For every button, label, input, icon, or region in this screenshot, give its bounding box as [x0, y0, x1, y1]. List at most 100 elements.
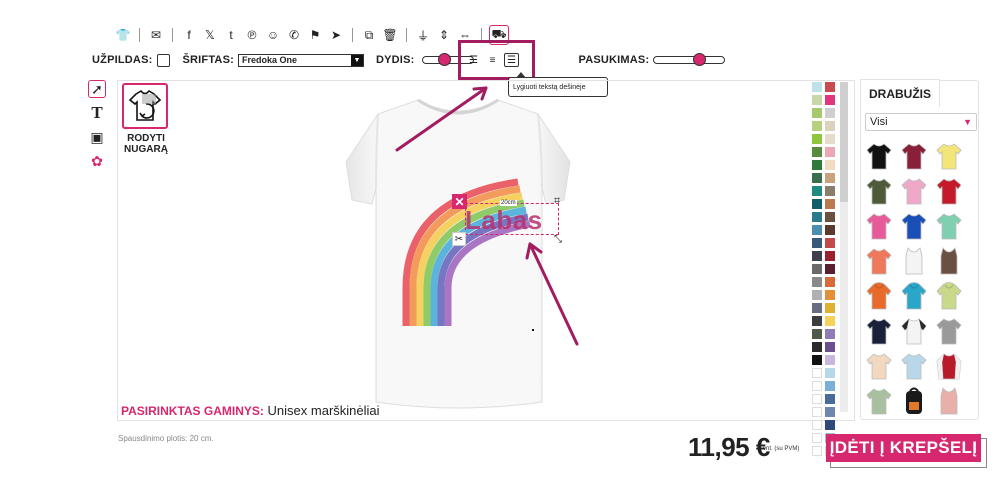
- color-swatch[interactable]: [812, 355, 822, 365]
- teams-icon[interactable]: ⚑: [306, 26, 324, 44]
- color-swatch[interactable]: [812, 134, 822, 144]
- color-swatch[interactable]: [825, 212, 835, 222]
- apparel-raglan-tee[interactable]: [899, 315, 929, 346]
- apparel-peach-tee[interactable]: [864, 350, 894, 381]
- palette-scrollbar[interactable]: [840, 82, 848, 412]
- color-swatch[interactable]: [825, 199, 835, 209]
- color-swatch[interactable]: [825, 251, 835, 261]
- crop-handle[interactable]: ⌗: [554, 195, 560, 208]
- color-swatch[interactable]: [825, 147, 835, 157]
- color-swatch[interactable]: [825, 264, 835, 274]
- x-icon[interactable]: 𝕏: [201, 26, 219, 44]
- delete-handle[interactable]: ✕: [452, 194, 467, 209]
- tab-apparel[interactable]: DRABUŽIS: [860, 79, 940, 107]
- color-swatch[interactable]: [825, 238, 835, 248]
- reddit-icon[interactable]: ☺: [264, 26, 282, 44]
- apparel-mint-tee[interactable]: [934, 210, 964, 241]
- apparel-filter-select[interactable]: Visi ▼: [865, 113, 977, 131]
- telegram-icon[interactable]: ➤: [327, 26, 345, 44]
- color-swatch[interactable]: [825, 82, 835, 92]
- color-swatch[interactable]: [812, 108, 822, 118]
- color-swatch[interactable]: [825, 160, 835, 170]
- apparel-turquoise-hoodie[interactable]: [899, 280, 929, 311]
- apparel-black-backpack[interactable]: [899, 385, 929, 416]
- color-swatch[interactable]: [825, 394, 835, 404]
- whatsapp-icon[interactable]: ✆: [285, 26, 303, 44]
- apparel-navy-tee[interactable]: [864, 315, 894, 346]
- color-swatch[interactable]: [812, 82, 822, 92]
- apparel-orange-hoodie[interactable]: [864, 280, 894, 311]
- color-swatch[interactable]: [825, 316, 835, 326]
- color-swatch[interactable]: [825, 173, 835, 183]
- cut-handle[interactable]: ✂: [452, 232, 466, 246]
- color-swatch[interactable]: [812, 303, 822, 313]
- color-swatch[interactable]: [812, 173, 822, 183]
- rotation-slider[interactable]: [653, 53, 726, 66]
- show-back-button[interactable]: [122, 83, 168, 129]
- color-swatch[interactable]: [825, 342, 835, 352]
- fill-checkbox[interactable]: [157, 53, 171, 67]
- apparel-pink-tee[interactable]: [899, 175, 929, 206]
- color-swatch[interactable]: [812, 225, 822, 235]
- color-swatch[interactable]: [812, 160, 822, 170]
- apparel-red-tee[interactable]: [934, 175, 964, 206]
- color-swatch[interactable]: [812, 316, 822, 326]
- align-center-vertical-icon[interactable]: ⏚: [414, 26, 432, 44]
- rotation-slider-knob[interactable]: [692, 53, 706, 66]
- color-swatch[interactable]: [825, 290, 835, 300]
- apparel-white-tank[interactable]: [899, 245, 929, 276]
- apparel-rose-tank[interactable]: [934, 385, 964, 416]
- color-swatch[interactable]: [825, 134, 835, 144]
- color-swatch[interactable]: [812, 95, 822, 105]
- resize-handle[interactable]: ⤡: [554, 234, 562, 245]
- color-swatch[interactable]: [825, 329, 835, 339]
- color-swatch[interactable]: [812, 446, 822, 456]
- apparel-black-tee[interactable]: [864, 140, 894, 171]
- apparel-varsity-jacket[interactable]: [934, 350, 964, 381]
- add-to-cart-button[interactable]: ĮDĖTI Į KREPŠELĮ: [826, 434, 987, 468]
- shirt-icon[interactable]: 👕: [114, 26, 132, 44]
- apparel-sage-tee[interactable]: [864, 385, 894, 416]
- color-swatch[interactable]: [825, 95, 835, 105]
- color-swatch[interactable]: [812, 238, 822, 248]
- color-swatch[interactable]: [812, 290, 822, 300]
- apparel-lightblue-tee[interactable]: [899, 350, 929, 381]
- tumblr-icon[interactable]: t: [222, 26, 240, 44]
- color-swatch[interactable]: [825, 381, 835, 391]
- color-swatch[interactable]: [812, 251, 822, 261]
- color-swatch[interactable]: [812, 147, 822, 157]
- text-tool-icon[interactable]: T: [88, 103, 106, 122]
- color-swatch[interactable]: [812, 121, 822, 131]
- color-swatch[interactable]: [825, 355, 835, 365]
- color-swatch[interactable]: [825, 225, 835, 235]
- color-swatch[interactable]: [812, 381, 822, 391]
- facebook-icon[interactable]: f: [180, 26, 198, 44]
- apparel-brown-tank[interactable]: [934, 245, 964, 276]
- pinterest-icon[interactable]: ℗: [243, 26, 261, 44]
- palette-scrollbar-thumb[interactable]: [840, 82, 848, 202]
- color-swatch[interactable]: [825, 121, 835, 131]
- color-swatch[interactable]: [812, 264, 822, 274]
- apparel-coral-tee[interactable]: [864, 245, 894, 276]
- apparel-hotpink-tee[interactable]: [864, 210, 894, 241]
- color-swatch[interactable]: [812, 394, 822, 404]
- color-swatch[interactable]: [812, 212, 822, 222]
- flip-vertical-icon[interactable]: ⇕: [435, 26, 453, 44]
- apparel-blue-tee[interactable]: [899, 210, 929, 241]
- clipart-tool-icon[interactable]: ✿: [88, 152, 106, 170]
- design-text[interactable]: Labas: [465, 205, 543, 236]
- color-swatch[interactable]: [825, 303, 835, 313]
- color-swatch[interactable]: [812, 199, 822, 209]
- color-swatch[interactable]: [812, 329, 822, 339]
- size-slider-knob[interactable]: [438, 53, 452, 66]
- apparel-yellow-tee[interactable]: [934, 140, 964, 171]
- color-swatch[interactable]: [812, 407, 822, 417]
- color-swatch[interactable]: [825, 108, 835, 118]
- font-select[interactable]: Fredoka One ▼: [237, 53, 364, 67]
- apparel-burgundy-tee[interactable]: [899, 140, 929, 171]
- color-swatch[interactable]: [825, 368, 835, 378]
- color-swatch[interactable]: [812, 433, 822, 443]
- trash-icon[interactable]: 🗑: [381, 26, 399, 44]
- color-swatch[interactable]: [812, 420, 822, 430]
- apparel-grey-tee[interactable]: [934, 315, 964, 346]
